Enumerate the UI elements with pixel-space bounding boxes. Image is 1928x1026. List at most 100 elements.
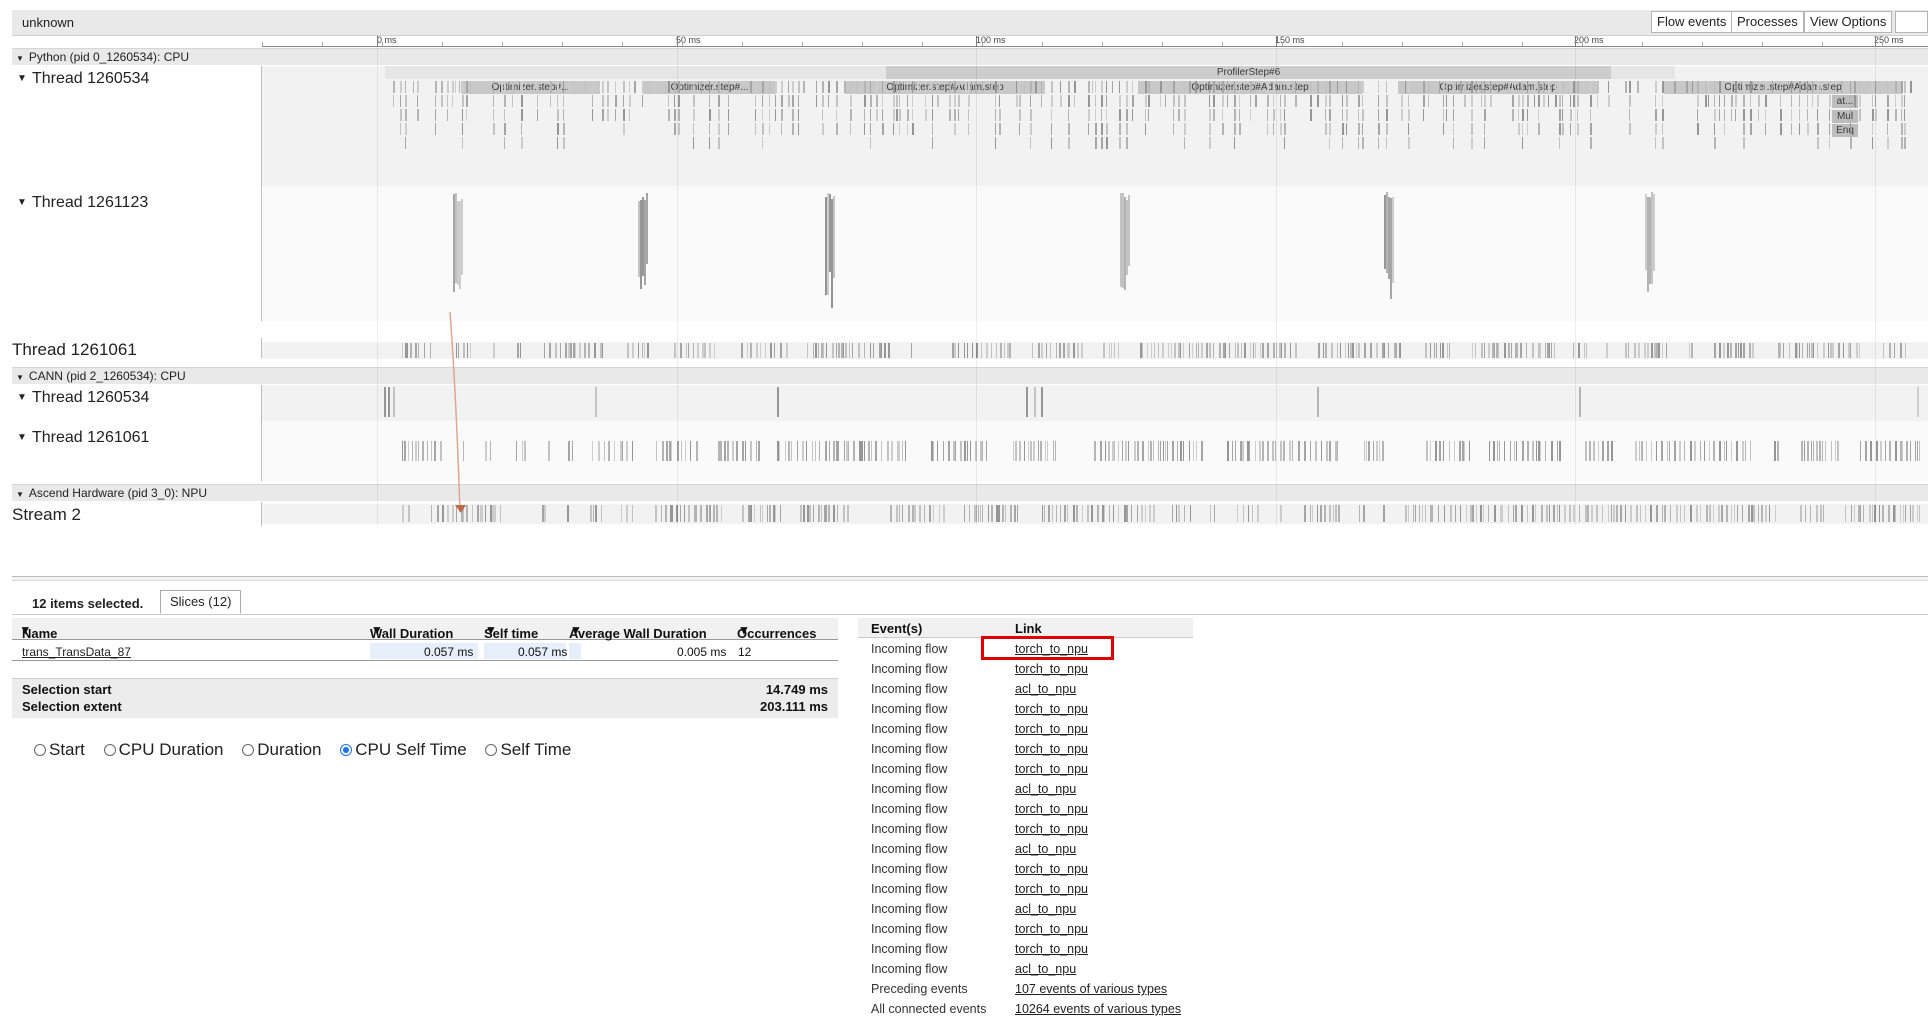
trace-slice[interactable]	[634, 81, 636, 93]
trace-slice[interactable]	[1740, 343, 1742, 358]
trace-slice[interactable]	[750, 505, 752, 522]
view-options-button[interactable]: View Options	[1804, 11, 1893, 33]
trace-slice[interactable]	[1587, 505, 1589, 522]
trace-slice[interactable]	[1088, 95, 1090, 107]
flow-link[interactable]: acl_to_npu	[1015, 842, 1076, 856]
trace-slice[interactable]	[1148, 441, 1149, 461]
trace-slice[interactable]	[1449, 343, 1450, 358]
trace-slice[interactable]	[1559, 123, 1561, 135]
process-header-python[interactable]: ▼ Python (pid 0_1260534): CPU	[12, 48, 1928, 65]
trace-slice[interactable]	[1750, 441, 1751, 461]
tab-slices[interactable]: Slices (12)	[160, 590, 242, 614]
trace-slice[interactable]	[1432, 505, 1433, 522]
trace-slice[interactable]	[856, 81, 858, 93]
trace-slice[interactable]	[958, 81, 960, 93]
trace-slice[interactable]	[1743, 109, 1745, 121]
trace-slice[interactable]	[911, 343, 912, 358]
trace-slice[interactable]	[1446, 109, 1447, 121]
trace-slice[interactable]	[1527, 123, 1528, 135]
trace-slice[interactable]	[1128, 441, 1129, 461]
trace-slice[interactable]	[521, 123, 522, 135]
trace-slice[interactable]	[1401, 95, 1403, 107]
trace-slice[interactable]	[1714, 95, 1715, 107]
trace-slice[interactable]	[728, 123, 729, 135]
trace-slice[interactable]	[592, 441, 593, 461]
trace-slice[interactable]	[544, 343, 545, 358]
trace-slice[interactable]	[803, 505, 805, 522]
trace-slice[interactable]	[418, 441, 419, 461]
trace-slice[interactable]	[1460, 81, 1462, 93]
trace-slice[interactable]	[1051, 109, 1052, 121]
trace-slice[interactable]	[822, 123, 824, 135]
trace-slice[interactable]	[1895, 109, 1897, 121]
trace-slice[interactable]	[1255, 95, 1257, 107]
trace-slice[interactable]	[1559, 109, 1561, 121]
trace-slice[interactable]	[1342, 109, 1343, 121]
trace-slice[interactable]	[762, 81, 764, 93]
trace-slice[interactable]	[1586, 343, 1587, 358]
trace-slice[interactable]	[1854, 505, 1855, 522]
trace-slice[interactable]	[728, 95, 729, 107]
trace-slice[interactable]	[1184, 137, 1185, 149]
trace-slice[interactable]	[1724, 123, 1725, 135]
lane-cann-thread-1261061[interactable]	[262, 421, 1928, 481]
trace-slice[interactable]	[1748, 505, 1750, 522]
trace-slice[interactable]	[1475, 343, 1476, 358]
trace-slice[interactable]	[1799, 343, 1800, 358]
trace-slice[interactable]	[417, 109, 419, 121]
trace-slice[interactable]	[1378, 109, 1379, 121]
trace-slice[interactable]	[1210, 505, 1211, 522]
trace-slice[interactable]	[644, 343, 645, 358]
trace-slice[interactable]	[1653, 194, 1655, 271]
trace-slice[interactable]	[1378, 137, 1379, 149]
process-header-cann[interactable]: ▼ CANN (pid 2_1260534): CPU	[12, 367, 1928, 384]
trace-slice[interactable]	[1237, 343, 1239, 358]
trace-slice[interactable]	[615, 109, 616, 121]
trace-slice[interactable]	[1209, 137, 1211, 149]
trace-slice[interactable]	[1541, 505, 1543, 522]
trace-slice[interactable]	[1817, 343, 1818, 358]
trace-slice[interactable]	[958, 343, 959, 358]
trace-slice[interactable]	[907, 109, 909, 121]
trace-slice[interactable]	[1317, 505, 1318, 522]
trace-slice[interactable]	[1863, 505, 1864, 522]
trace-slice[interactable]	[1667, 441, 1668, 461]
trace-slice[interactable]	[1791, 95, 1792, 107]
trace-slice[interactable]	[850, 123, 851, 135]
trace-slice[interactable]	[780, 505, 781, 522]
trace-slice[interactable]	[812, 441, 813, 461]
trace-slice[interactable]	[1310, 505, 1311, 522]
trace-slice[interactable]	[1015, 441, 1017, 461]
trace-slice[interactable]	[1262, 441, 1264, 461]
trace-slice[interactable]	[1128, 195, 1130, 266]
trace-slice[interactable]	[572, 441, 573, 461]
trace-slice[interactable]	[1497, 441, 1498, 461]
trace-slice[interactable]	[656, 441, 657, 461]
trace-slice[interactable]	[991, 81, 992, 93]
trace-slice[interactable]	[1386, 109, 1388, 121]
flow-link[interactable]: acl_to_npu	[1015, 782, 1076, 796]
trace-slice[interactable]	[1196, 441, 1197, 461]
trace-slice[interactable]	[1692, 81, 1693, 93]
trace-slice[interactable]	[1362, 137, 1364, 149]
trace-slice[interactable]	[1639, 441, 1640, 461]
trace-slice[interactable]	[1817, 81, 1819, 93]
trace-slice[interactable]	[891, 441, 893, 461]
trace-slice[interactable]	[1910, 81, 1912, 93]
trace-slice[interactable]	[1122, 441, 1123, 461]
trace-slice[interactable]	[1579, 505, 1580, 522]
trace-slice[interactable]	[1480, 505, 1482, 522]
trace-slice[interactable]	[870, 109, 871, 121]
trace-slice[interactable]	[769, 123, 770, 135]
trace-slice[interactable]	[1590, 137, 1592, 149]
trace-slice[interactable]	[405, 109, 407, 121]
trace-slice[interactable]	[1442, 343, 1444, 358]
trace-slice[interactable]	[422, 441, 424, 461]
trace-slice[interactable]	[615, 95, 617, 107]
trace-slice[interactable]	[462, 137, 463, 149]
trace-slice[interactable]	[775, 95, 776, 107]
trace-slice[interactable]	[1126, 123, 1128, 135]
trace-slice[interactable]	[769, 81, 771, 93]
trace-slice[interactable]	[1472, 505, 1474, 522]
trace-slice[interactable]	[1408, 505, 1409, 522]
